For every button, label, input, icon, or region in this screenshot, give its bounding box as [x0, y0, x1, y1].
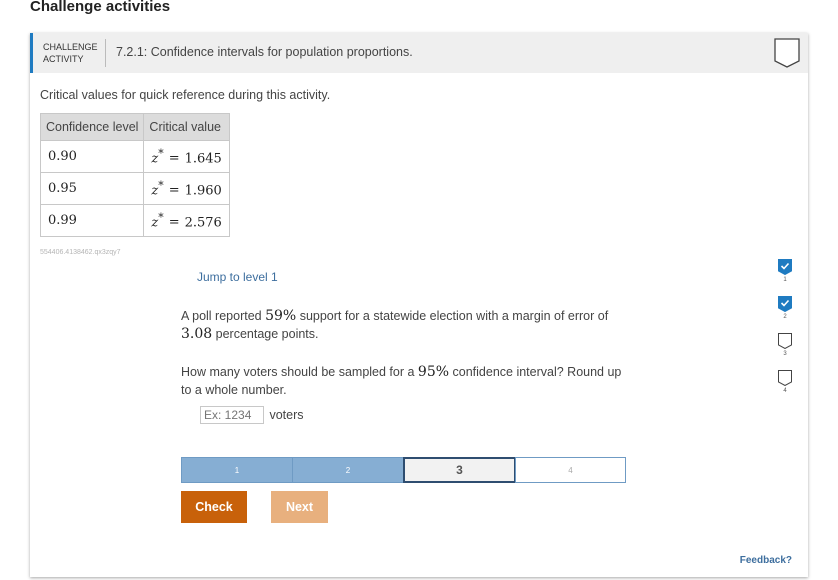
support-percent: 59%	[265, 308, 297, 324]
confidence-level-cell: 0.95	[39, 172, 145, 205]
bookmark-icon[interactable]	[774, 38, 800, 68]
header-divider	[105, 39, 106, 67]
side-level-number: 1	[783, 277, 787, 283]
challenge-activity-card: CHALLENGE ACTIVITY 7.2.1: Confidence int…	[30, 33, 808, 577]
next-button[interactable]: Next	[271, 491, 328, 523]
confidence-percent: 95%	[417, 364, 450, 380]
confidence-level-cell: 0.90	[39, 140, 145, 173]
challenge-label-line1: CHALLENGE	[43, 42, 98, 52]
question-paragraph-2: How many voters should be sampled for a …	[181, 363, 631, 399]
critical-value-cell: z* = 1.960	[143, 172, 230, 205]
col-header-confidence-level: Confidence level	[39, 113, 145, 141]
jump-to-level-link[interactable]: Jump to level 1	[197, 270, 278, 284]
voters-answer-input[interactable]	[200, 406, 264, 424]
side-level-number: 3	[783, 351, 787, 357]
z-star: *	[158, 210, 164, 224]
critical-values-intro: Critical values for quick reference duri…	[40, 88, 331, 102]
equals-sign: =	[168, 183, 180, 199]
answer-unit-label: voters	[269, 408, 304, 422]
page-title: Challenge activities	[30, 0, 171, 15]
checked-bookmark-icon	[778, 296, 792, 313]
activity-header: CHALLENGE ACTIVITY 7.2.1: Confidence int…	[30, 33, 808, 73]
critical-values-table: Confidence level Critical value 0.90 z* = 1…	[39, 113, 230, 237]
level-4-segment[interactable]: 4	[515, 457, 626, 483]
empty-bookmark-icon	[778, 333, 792, 350]
side-level-3[interactable]: 3	[778, 333, 796, 363]
question-paragraph-1: A poll reported 59% support for a statew…	[181, 307, 631, 343]
table-row: 0.95 z* = 1.960	[39, 172, 230, 205]
question-text: How many voters should be sampled for a	[181, 365, 418, 379]
level-2-segment[interactable]: 2	[292, 457, 404, 483]
question-text: A poll reported	[181, 309, 266, 323]
side-level-2[interactable]: 2	[778, 296, 796, 326]
equals-sign: =	[168, 215, 180, 231]
z-star: *	[158, 178, 164, 192]
z-star: *	[158, 146, 164, 160]
challenge-activity-label: CHALLENGE ACTIVITY	[43, 41, 98, 65]
side-level-1[interactable]: 1	[778, 259, 796, 289]
checked-bookmark-icon	[778, 259, 792, 276]
equals-sign: =	[168, 151, 180, 167]
question-text: support for a statewide election with a …	[296, 309, 609, 323]
confidence-level-cell: 0.99	[39, 204, 145, 237]
critical-value-cell: z* = 1.645	[143, 140, 230, 173]
answer-row: voters	[200, 406, 304, 424]
activity-title: 7.2.1: Confidence intervals for populati…	[116, 45, 413, 59]
level-3-segment[interactable]: 3	[403, 457, 516, 483]
feedback-link[interactable]: Feedback?	[740, 555, 792, 566]
side-level-number: 4	[783, 388, 787, 394]
level-1-segment[interactable]: 1	[181, 457, 293, 483]
check-button[interactable]: Check	[181, 491, 247, 523]
margin-of-error: 3.08	[181, 326, 213, 342]
side-level-4[interactable]: 4	[778, 370, 796, 400]
z-value: 1.645	[184, 151, 222, 167]
side-level-number: 2	[783, 314, 787, 320]
col-header-critical-value: Critical value	[143, 113, 230, 141]
z-value: 2.576	[184, 215, 222, 231]
empty-bookmark-icon	[778, 370, 792, 387]
z-value: 1.960	[184, 183, 222, 199]
activity-id: 554406.4138462.qx3zqy7	[40, 249, 121, 256]
question-text: percentage points.	[212, 327, 319, 341]
table-row: 0.90 z* = 1.645	[39, 140, 230, 173]
critical-value-cell: z* = 2.576	[143, 204, 230, 237]
challenge-label-line2: ACTIVITY	[43, 54, 84, 64]
level-progress-bar: 1 2 3 4	[181, 457, 626, 483]
table-row: 0.99 z* = 2.576	[39, 204, 230, 237]
